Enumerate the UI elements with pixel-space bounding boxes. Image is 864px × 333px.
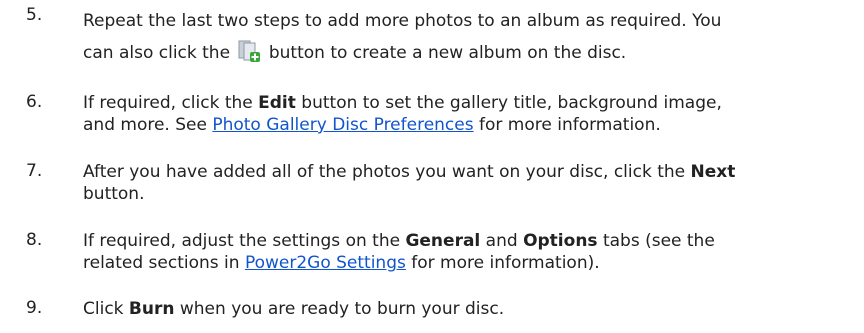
general-tab-label: General [405,231,481,251]
step-text-fragment: for more information). [405,253,600,273]
step-text: If required, adjust the settings on the … [83,230,853,274]
step-line: If required, adjust the settings on the … [83,230,853,252]
step-text-fragment: for more information. [473,115,661,135]
step-line: After you have added all of the photos y… [83,161,853,183]
step-line: Click Burn when you are ready to burn yo… [83,298,853,320]
step-line: related sections in Power2Go Settings fo… [83,252,853,274]
options-tab-label: Options [523,231,598,251]
step-line: button. [83,184,145,204]
step-number: 6. [26,92,43,112]
step-text-fragment: can also click the [83,43,231,63]
step-text-fragment: Click [83,299,129,319]
step-text-fragment: tabs (see the [597,231,715,251]
instruction-steps: 5. Repeat the last two steps to add more… [0,0,864,333]
step-text: Click Burn when you are ready to burn yo… [83,298,853,320]
step-line: Repeat the last two steps to add more ph… [83,11,722,31]
step-text-fragment: button to create a new album on the disc… [268,43,627,63]
edit-button-label: Edit [258,93,296,113]
step-text-fragment: and more. See [83,115,213,135]
burn-button-label: Burn [128,299,175,319]
step-line: and more. See Photo Gallery Disc Prefere… [83,114,853,136]
step-line: If required, click the Edit button to se… [83,92,853,114]
step-text: After you have added all of the photos y… [83,161,853,205]
step-line: can also click the button to create a ne… [83,37,853,69]
step-text-fragment: and [480,231,524,251]
new-album-icon [237,39,261,63]
step-text-fragment: If required, click the [83,93,259,113]
step-number: 5. [26,5,43,25]
step-text-fragment: button to set the gallery title, backgro… [295,93,722,113]
photo-gallery-preferences-link[interactable]: Photo Gallery Disc Preferences [212,115,473,135]
step-number: 8. [26,230,43,250]
next-button-label: Next [690,162,736,182]
step-number: 7. [26,161,43,181]
step-text: If required, click the Edit button to se… [83,92,853,136]
power2go-settings-link[interactable]: Power2Go Settings [245,253,406,273]
step-number: 9. [26,298,43,318]
step-text-fragment: After you have added all of the photos y… [83,162,691,182]
step-text-fragment: when you are ready to burn your disc. [174,299,505,319]
step-text: Repeat the last two steps to add more ph… [83,5,853,69]
step-text-fragment: If required, adjust the settings on the [83,231,406,251]
step-text-fragment: related sections in [83,253,245,273]
